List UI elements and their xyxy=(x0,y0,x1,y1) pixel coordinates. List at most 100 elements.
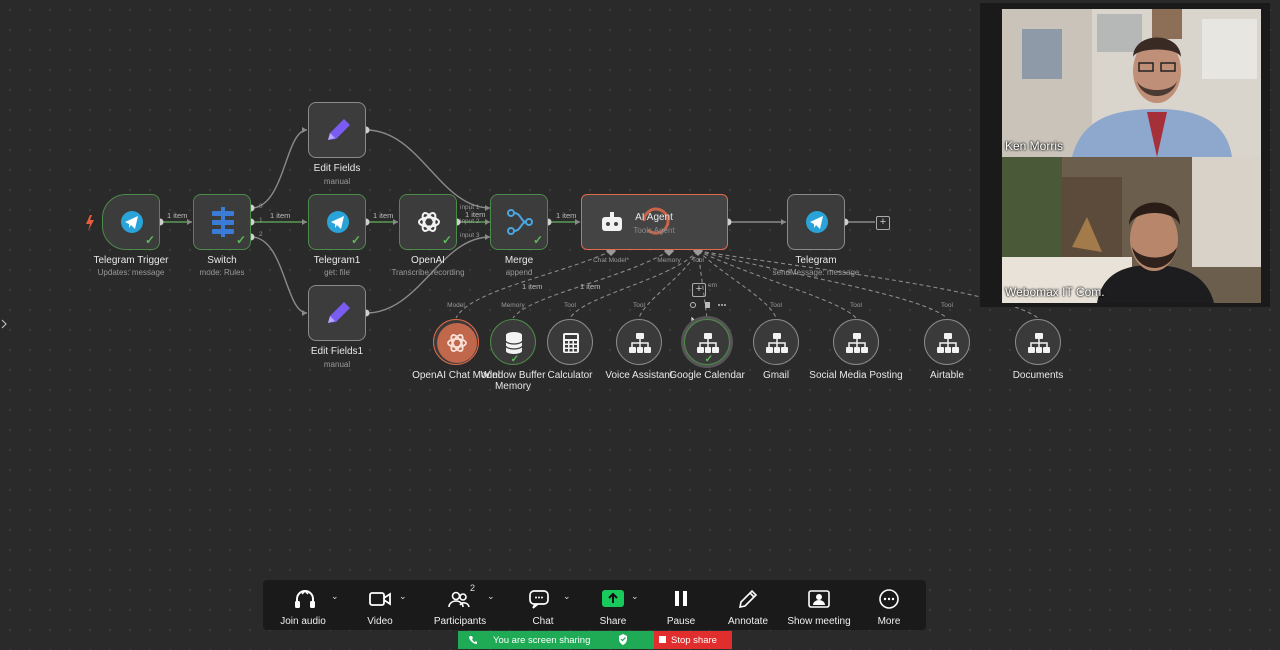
tool-port: Tool xyxy=(941,302,953,309)
add-node-plus-icon[interactable]: + xyxy=(876,216,890,230)
chevron-down-icon[interactable]: ⌄ xyxy=(331,591,339,602)
agent-subtitle: Tools Agent xyxy=(633,226,675,235)
join-audio-button[interactable]: ⌄ Join audio xyxy=(263,580,343,630)
more-icon xyxy=(879,589,899,609)
tool-port: Tool xyxy=(770,302,782,309)
node-telegram[interactable] xyxy=(787,194,845,250)
node-subtitle: mode: Rules xyxy=(199,268,245,277)
toolbar-label: Join audio xyxy=(280,616,326,627)
success-check-icon: ✓ xyxy=(532,233,543,247)
shield-icon xyxy=(619,634,627,645)
participant-video xyxy=(1002,157,1261,303)
agent-port-memory: Memory xyxy=(657,257,681,264)
success-check-icon: ✓ xyxy=(235,233,246,247)
openai-icon xyxy=(437,323,477,363)
toolbar-label: Show meeting xyxy=(787,616,851,627)
workflow-icon xyxy=(846,333,868,353)
tool-voice-assistant[interactable] xyxy=(616,319,662,365)
participants-button[interactable]: 2 ⌄ Participants xyxy=(425,580,495,630)
node-title: Merge xyxy=(504,255,534,266)
node-edit-fields[interactable] xyxy=(308,102,366,158)
annotate-button[interactable]: Annotate xyxy=(723,580,773,630)
trigger-bolt-icon xyxy=(86,215,94,231)
tool-gmail[interactable] xyxy=(753,319,799,365)
participants-count: 2 xyxy=(470,583,476,593)
switch-output-1: 1 xyxy=(259,217,263,224)
video-tile-ken-morris[interactable]: Ken Morris xyxy=(1002,9,1261,157)
edge-label: 1 item xyxy=(556,211,577,220)
success-check-icon: ✓ xyxy=(510,354,519,365)
tool-port: Tool xyxy=(850,302,862,309)
node-openai[interactable]: ✓ xyxy=(399,194,457,250)
edge-label: 1 item xyxy=(270,211,291,220)
stop-share-button[interactable]: Stop share xyxy=(654,631,732,649)
edge-label: 1 item xyxy=(167,211,188,220)
phone-icon xyxy=(469,636,477,644)
share-button[interactable]: ⌄ Share xyxy=(587,580,639,630)
node-title: Edit Fields xyxy=(313,163,361,174)
tool-documents[interactable] xyxy=(1015,319,1061,365)
tool-window-buffer-memory[interactable]: ✓ xyxy=(490,319,536,365)
add-tool-plus-icon[interactable]: + xyxy=(692,283,706,297)
node-ai-agent[interactable]: AI Agent Tools Agent xyxy=(581,194,728,250)
switch-output-0: 0 xyxy=(259,203,263,210)
node-telegram1[interactable]: ✓ xyxy=(308,194,366,250)
calculator-icon xyxy=(563,333,579,353)
merge-input-2: input 2 xyxy=(460,218,480,225)
pause-button[interactable]: Pause xyxy=(661,580,701,630)
tool-label: Documents xyxy=(1012,370,1064,381)
chevron-down-icon[interactable]: ⌄ xyxy=(631,591,639,602)
chevron-down-icon[interactable]: ⌄ xyxy=(487,591,495,602)
toolbar-label: Pause xyxy=(666,616,696,627)
toolbar-label: Share xyxy=(599,616,627,627)
participants-icon xyxy=(448,591,470,608)
show-meeting-button[interactable]: Show meeting xyxy=(787,580,851,630)
tool-airtable[interactable] xyxy=(924,319,970,365)
video-button[interactable]: ⌄ Video xyxy=(348,580,412,630)
workflow-icon xyxy=(937,333,959,353)
participant-name: Webomax IT Com. xyxy=(1005,285,1105,299)
edge-label: 1 item xyxy=(373,211,394,220)
tool-openai-chat-model[interactable] xyxy=(433,319,479,365)
tool-label: Social Media Posting xyxy=(809,370,903,381)
toolbar-label: Video xyxy=(367,616,393,627)
meeting-toolbar: ⌄ Join audio ⌄ Video 2 ⌄ Participants ⌄ … xyxy=(263,580,926,630)
node-merge[interactable]: ✓ xyxy=(490,194,548,250)
node-subtitle: manual xyxy=(323,177,351,186)
chevron-down-icon[interactable]: ⌄ xyxy=(399,591,407,602)
agent-port-chat-model: Chat Model* xyxy=(593,257,629,264)
tool-port: Tool xyxy=(564,302,576,309)
tool-label: Voice Assistant xyxy=(605,370,673,381)
node-edit-fields1[interactable] xyxy=(308,285,366,341)
tool-calculator[interactable] xyxy=(547,319,593,365)
tool-port: Model xyxy=(447,302,465,309)
participant-name: Ken Morris xyxy=(1005,139,1064,153)
node-telegram-trigger[interactable]: ✓ xyxy=(102,194,160,250)
stop-icon xyxy=(659,636,666,643)
tool-google-calendar[interactable]: ✓ xyxy=(684,319,730,365)
sharing-status-text: You are screen sharing xyxy=(493,635,591,646)
more-button[interactable]: More xyxy=(869,580,909,630)
node-subtitle: Updates: message xyxy=(97,268,165,277)
show-meeting-icon xyxy=(808,590,830,608)
chevron-down-icon[interactable]: ⌄ xyxy=(563,591,571,602)
participant-video xyxy=(1002,9,1261,157)
pause-icon xyxy=(675,591,687,606)
node-title: Telegram Trigger xyxy=(93,255,169,266)
chat-button[interactable]: ⌄ Chat xyxy=(515,580,571,630)
sharing-status: You are screen sharing xyxy=(458,631,654,649)
tool-label: Window Buffer Memory xyxy=(480,370,546,392)
tool-port: Tool xyxy=(633,302,645,309)
tool-label: Airtable xyxy=(930,370,964,381)
agent-hint: em xyxy=(708,282,718,289)
tool-social-media-posting[interactable] xyxy=(833,319,879,365)
node-subtitle: sendMessage: message xyxy=(772,268,860,277)
node-switch[interactable]: ✓ xyxy=(193,194,251,250)
tool-label: Google Calendar xyxy=(669,370,745,381)
workflow-icon xyxy=(766,333,788,353)
agent-title: AI Agent xyxy=(635,212,673,223)
success-check-icon: ✓ xyxy=(441,233,452,247)
toolbar-label: Participants xyxy=(433,616,487,627)
node-title: Telegram xyxy=(795,255,837,266)
video-tile-webomax[interactable]: Webomax IT Com. xyxy=(1002,157,1261,303)
